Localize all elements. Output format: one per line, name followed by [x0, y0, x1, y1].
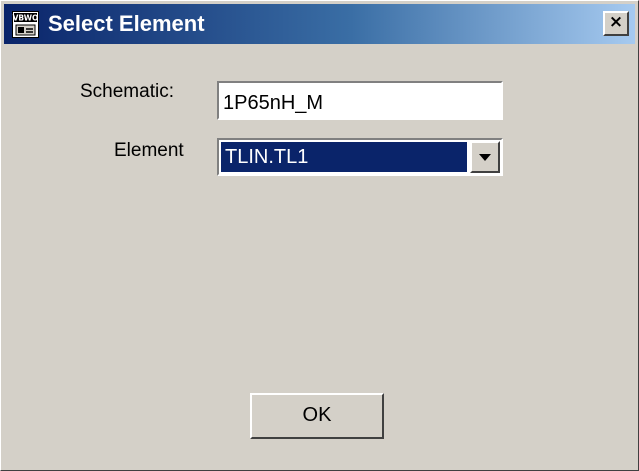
- title-bar[interactable]: VBWO Select Element ×: [4, 4, 635, 44]
- svg-text:VBWO: VBWO: [13, 14, 39, 23]
- element-dropdown-button[interactable]: [470, 141, 500, 173]
- chevron-down-icon: [479, 154, 491, 161]
- schematic-label: Schematic:: [80, 81, 174, 102]
- dialog-title: Select Element: [48, 11, 205, 36]
- element-label: Element: [114, 140, 184, 161]
- ok-button[interactable]: OK: [250, 393, 384, 439]
- app-window-icon: VBWO: [12, 11, 39, 38]
- element-select[interactable]: TLIN.TL1: [217, 138, 503, 176]
- close-button[interactable]: ×: [603, 11, 629, 36]
- schematic-input[interactable]: [217, 81, 503, 120]
- select-element-dialog: VBWO Select Element × Schematic: Element…: [0, 0, 639, 471]
- element-select-value[interactable]: TLIN.TL1: [221, 142, 467, 172]
